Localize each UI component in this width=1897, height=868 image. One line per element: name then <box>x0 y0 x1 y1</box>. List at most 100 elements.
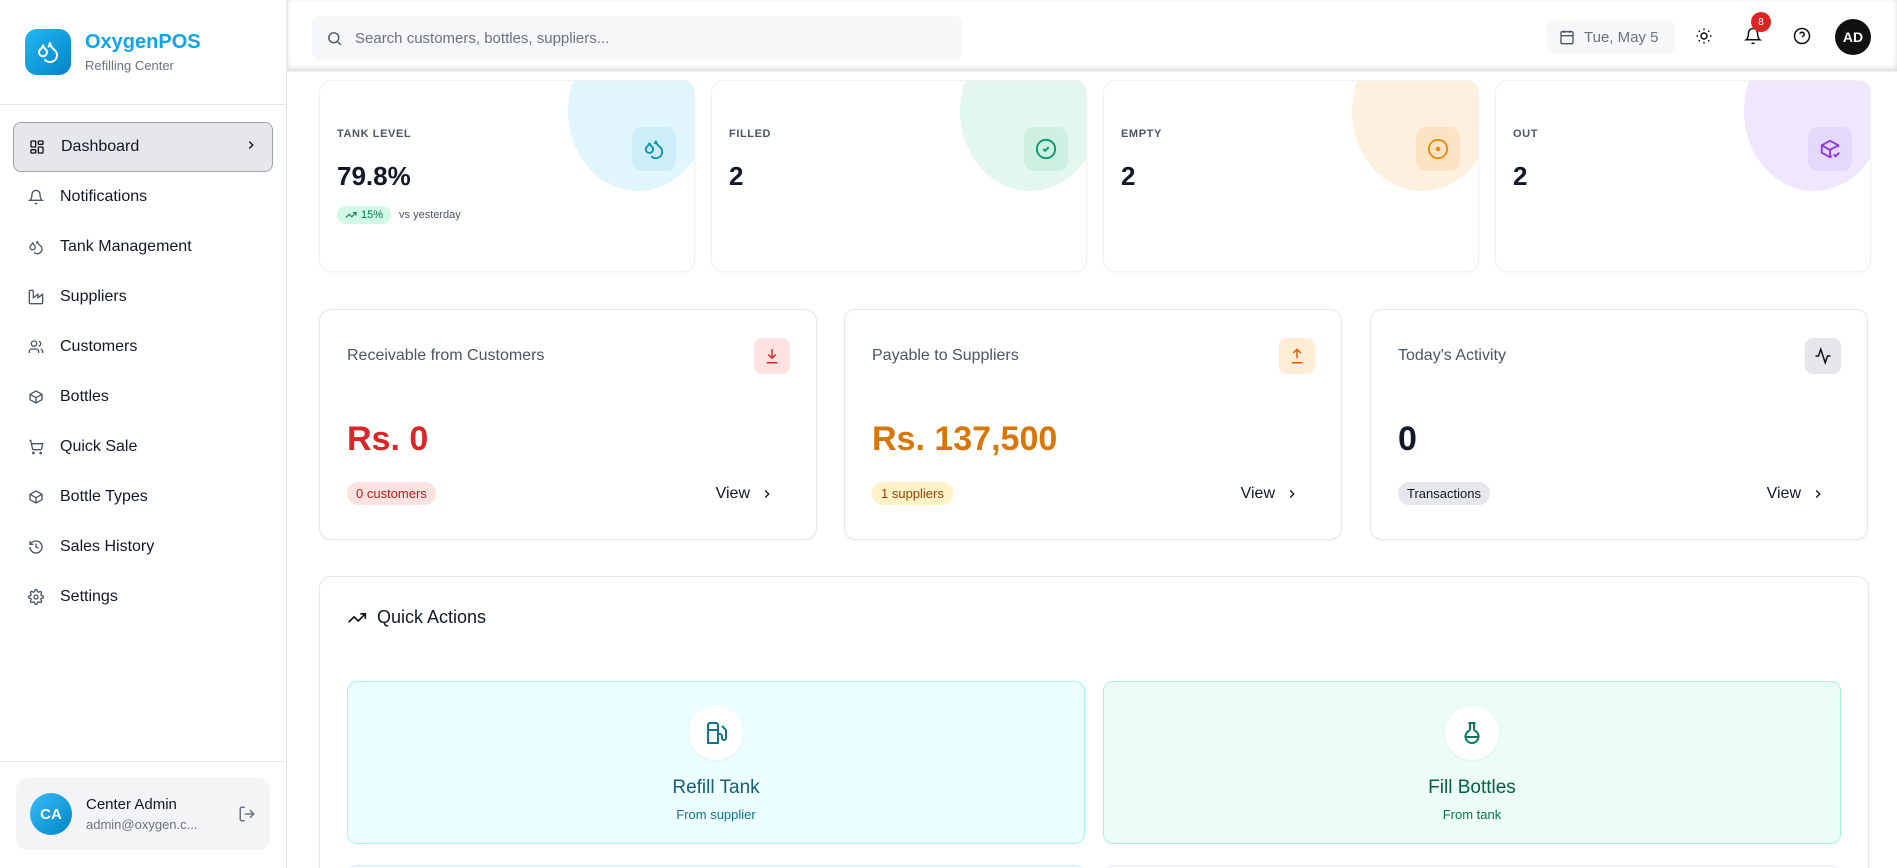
theme-toggle-sun-icon[interactable] <box>1692 24 1716 48</box>
action-title: Fill Bottles <box>1428 777 1516 798</box>
trend-value: 15% <box>361 209 384 221</box>
flask-icon <box>1445 706 1499 760</box>
notifications-bell-icon[interactable]: 8 <box>1741 12 1771 48</box>
notification-badge: 8 <box>1751 12 1771 32</box>
sidebar-item-label: Suppliers <box>60 288 127 305</box>
arrow-down-to-line-icon <box>754 338 790 374</box>
user-card: CA Center Admin admin@oxygen.c... <box>16 778 270 850</box>
gear-icon <box>27 588 45 606</box>
sidebar-item-label: Tank Management <box>60 238 192 255</box>
stat-value: 79.8% <box>337 161 411 191</box>
user-name: Center Admin <box>86 796 177 813</box>
sidebar-item-dashboard[interactable]: Dashboard <box>13 122 273 172</box>
sidebar-item-label: Bottle Types <box>60 488 148 505</box>
sidebar-item-label: Notifications <box>60 188 148 205</box>
card-value: 0 <box>1398 420 1417 458</box>
sidebar-footer: CA Center Admin admin@oxygen.c... <box>0 761 286 868</box>
card-value: Rs. 0 <box>347 420 429 458</box>
users-icon <box>27 338 45 356</box>
search-bar[interactable] <box>312 16 962 60</box>
view-payables-link[interactable]: View <box>1241 485 1299 503</box>
action-subtitle: From tank <box>1442 807 1502 822</box>
search-input[interactable] <box>355 29 915 47</box>
card-title: Receivable from Customers <box>347 347 545 364</box>
view-receivables-link[interactable]: View <box>716 485 774 503</box>
brand-name: OxygenPOS <box>85 31 201 53</box>
stat-card-empty: EMPTY 2 <box>1103 80 1479 272</box>
logout-icon[interactable] <box>238 805 256 823</box>
sidebar: OxygenPOS Refilling Center Dashboard Not… <box>0 0 287 868</box>
card-count-pill: 1 suppliers <box>872 482 953 505</box>
profile-avatar[interactable]: AD <box>1835 19 1871 55</box>
sidebar-nav: Dashboard Notifications Tank Management … <box>0 105 286 622</box>
card-count-pill: 0 customers <box>347 482 436 505</box>
action-subtitle: From supplier <box>676 807 756 822</box>
calendar-icon <box>1559 29 1575 45</box>
view-label: View <box>1240 485 1275 502</box>
quick-actions-panel: Quick Actions Refill Tank From supplier … <box>319 576 1869 868</box>
stat-label: OUT <box>1513 128 1539 140</box>
sidebar-item-customers[interactable]: Customers <box>13 322 273 372</box>
trend-indicator: 15% vs yesterday <box>337 206 461 224</box>
sidebar-item-sales-history[interactable]: Sales History <box>13 522 273 572</box>
activity-icon <box>1805 338 1841 374</box>
view-label: View <box>715 485 750 502</box>
receivable-card: Receivable from Customers Rs. 0 0 custom… <box>319 309 817 540</box>
brand-subtitle: Refilling Center <box>85 58 174 73</box>
view-activity-link[interactable]: View <box>1767 485 1825 503</box>
card-count-pill: Transactions <box>1398 482 1490 505</box>
package-icon <box>27 388 45 406</box>
stat-card-filled: FILLED 2 <box>711 80 1087 272</box>
circle-dot-icon <box>1416 127 1460 171</box>
droplets-icon <box>27 238 45 256</box>
sidebar-item-notifications[interactable]: Notifications <box>13 172 273 222</box>
sidebar-item-label: Bottles <box>60 388 109 405</box>
package-check-icon <box>1808 127 1852 171</box>
trending-up-icon <box>348 612 367 623</box>
factory-icon <box>27 288 45 306</box>
stat-label: FILLED <box>729 128 772 140</box>
sidebar-item-tank-management[interactable]: Tank Management <box>13 222 273 272</box>
view-label: View <box>1766 485 1801 502</box>
stat-label: TANK LEVEL <box>337 128 412 140</box>
sidebar-item-label: Dashboard <box>61 138 140 155</box>
bell-icon <box>27 188 45 206</box>
quick-actions-heading: Quick Actions <box>347 607 486 628</box>
date-text: Tue, May 5 <box>1584 28 1659 46</box>
trend-note: vs yesterday <box>399 209 461 221</box>
droplets-logo-icon <box>25 29 71 75</box>
cart-icon <box>27 438 45 456</box>
sidebar-item-quick-sale[interactable]: Quick Sale <box>13 422 273 472</box>
chevron-right-icon <box>1815 490 1821 498</box>
stat-value: 2 <box>729 161 744 191</box>
package-icon <box>27 488 45 506</box>
sidebar-item-suppliers[interactable]: Suppliers <box>13 272 273 322</box>
grid-icon <box>28 138 46 156</box>
fill-bottles-action[interactable]: Fill Bottles From tank <box>1103 681 1841 844</box>
avatar: CA <box>30 793 72 835</box>
help-icon[interactable] <box>1790 24 1814 48</box>
history-icon <box>27 538 45 556</box>
action-title: Refill Tank <box>672 777 760 798</box>
sidebar-item-bottles[interactable]: Bottles <box>13 372 273 422</box>
card-title: Payable to Suppliers <box>872 347 1019 364</box>
check-circle-icon <box>1024 127 1068 171</box>
stat-value: 2 <box>1121 161 1136 191</box>
trend-pill: 15% <box>337 206 392 224</box>
activity-card: Today's Activity 0 Transactions View <box>1370 309 1868 540</box>
quick-actions-title: Quick Actions <box>377 607 487 627</box>
stat-card-out: OUT 2 <box>1495 80 1871 272</box>
refill-tank-action[interactable]: Refill Tank From supplier <box>347 681 1085 844</box>
trending-up-icon <box>345 211 357 218</box>
date-display: Tue, May 5 <box>1547 20 1675 54</box>
user-email: admin@oxygen.c... <box>86 817 198 832</box>
stat-label: EMPTY <box>1121 128 1162 140</box>
brand[interactable]: OxygenPOS Refilling Center <box>0 0 286 105</box>
sidebar-item-bottle-types[interactable]: Bottle Types <box>13 472 273 522</box>
sidebar-item-settings[interactable]: Settings <box>13 572 273 622</box>
droplets-icon <box>632 127 676 171</box>
card-value: Rs. 137,500 <box>872 420 1058 458</box>
sidebar-item-label: Quick Sale <box>60 438 138 455</box>
chevron-right-icon <box>764 490 770 498</box>
search-icon <box>326 30 343 47</box>
